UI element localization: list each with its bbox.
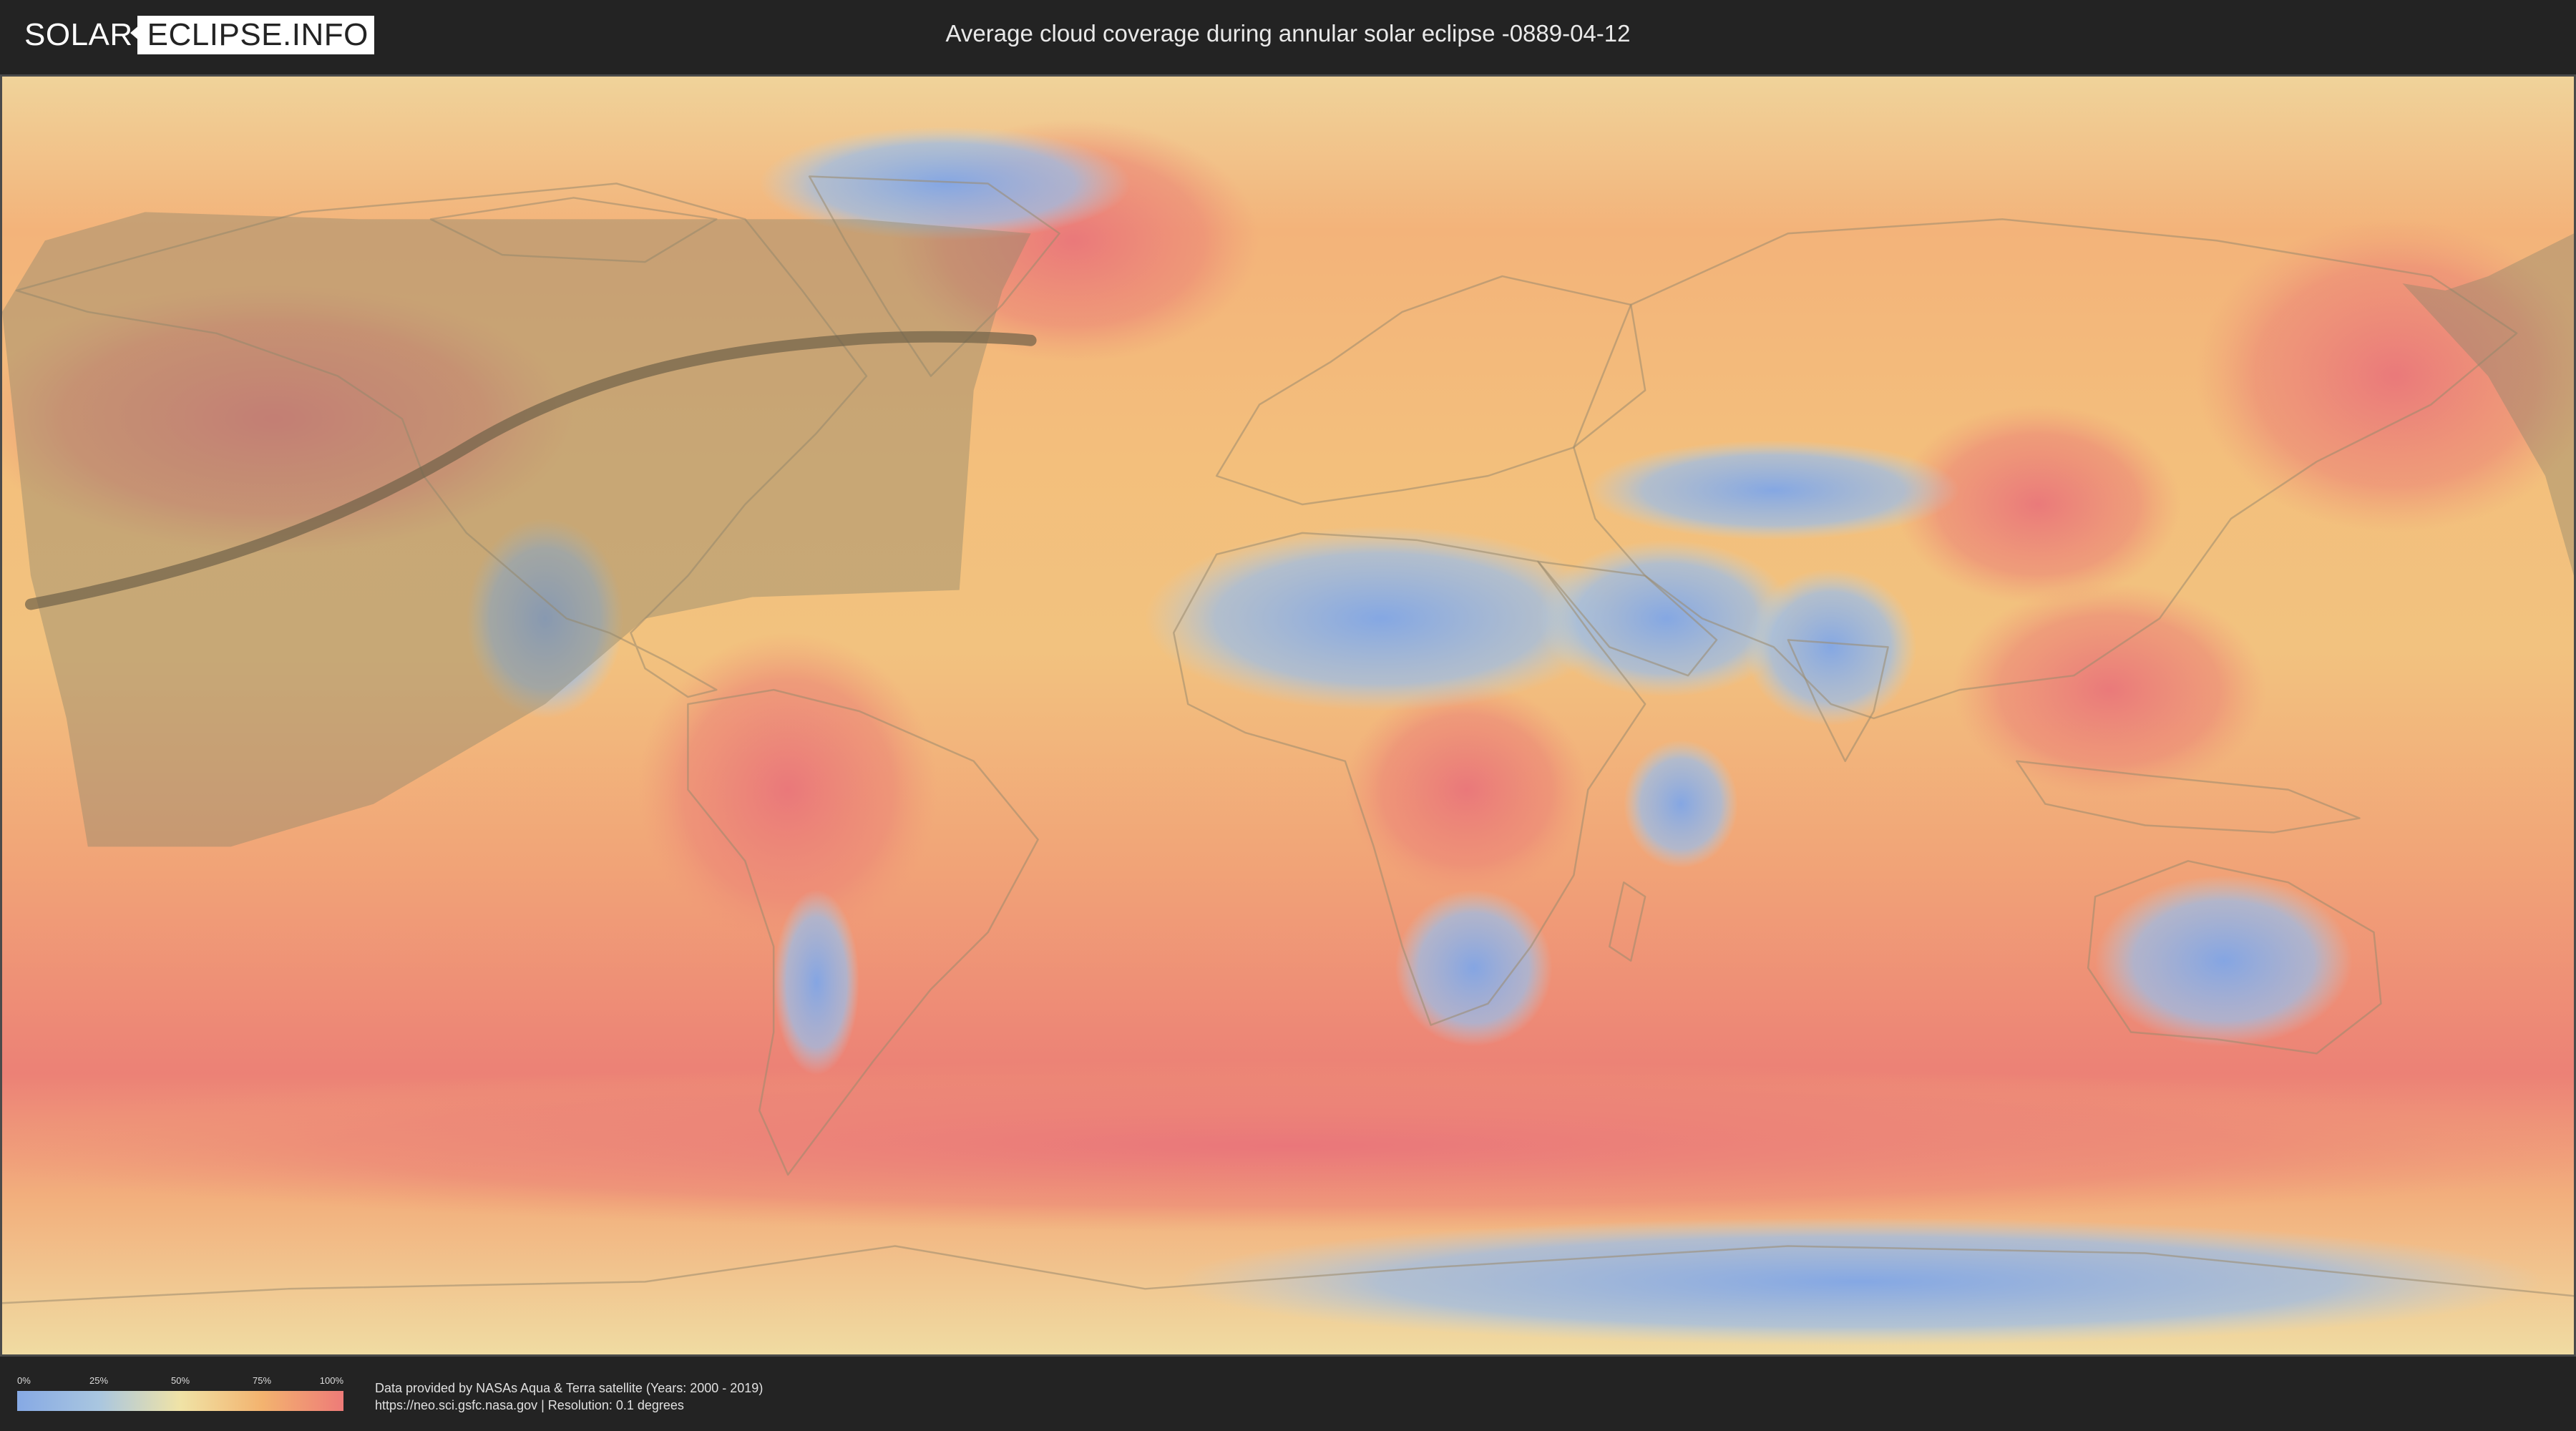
logo-text-domain: ECLIPSE.INFO — [147, 17, 369, 52]
logo-text-solar: SOLAR — [24, 17, 133, 52]
legend-tick: 25% — [89, 1375, 109, 1386]
legend-tick: 100% — [319, 1375, 343, 1386]
legend-tick: 75% — [252, 1375, 272, 1386]
legend-color-bar — [17, 1391, 343, 1411]
credit-url-resolution[interactable]: https://neo.sci.gsfc.nasa.gov | Resoluti… — [375, 1397, 763, 1414]
legend-ticks: 0% 25% 50% 75% 100% — [17, 1375, 343, 1388]
footer-bar: 0% 25% 50% 75% 100% Data provided by NAS… — [0, 1359, 2576, 1431]
site-logo[interactable]: SOLAR ECLIPSE.INFO — [24, 16, 374, 54]
credit-source: Data provided by NASAs Aqua & Terra sate… — [375, 1381, 763, 1395]
page-title: Average cloud coverage during annular so… — [945, 20, 1631, 47]
world-map — [2, 77, 2574, 1354]
legend-tick: 50% — [170, 1375, 190, 1386]
cloud-coverage-map[interactable] — [0, 74, 2576, 1357]
logo-text-eclipse-info: ECLIPSE.INFO — [130, 16, 374, 54]
header-bar: SOLAR ECLIPSE.INFO Average cloud coverag… — [0, 0, 2576, 72]
cloud-coverage-legend: 0% 25% 50% 75% 100% — [17, 1375, 343, 1411]
data-credit: Data provided by NASAs Aqua & Terra sate… — [375, 1379, 763, 1414]
logo-shard-icon — [130, 24, 140, 41]
legend-tick: 0% — [17, 1375, 31, 1386]
